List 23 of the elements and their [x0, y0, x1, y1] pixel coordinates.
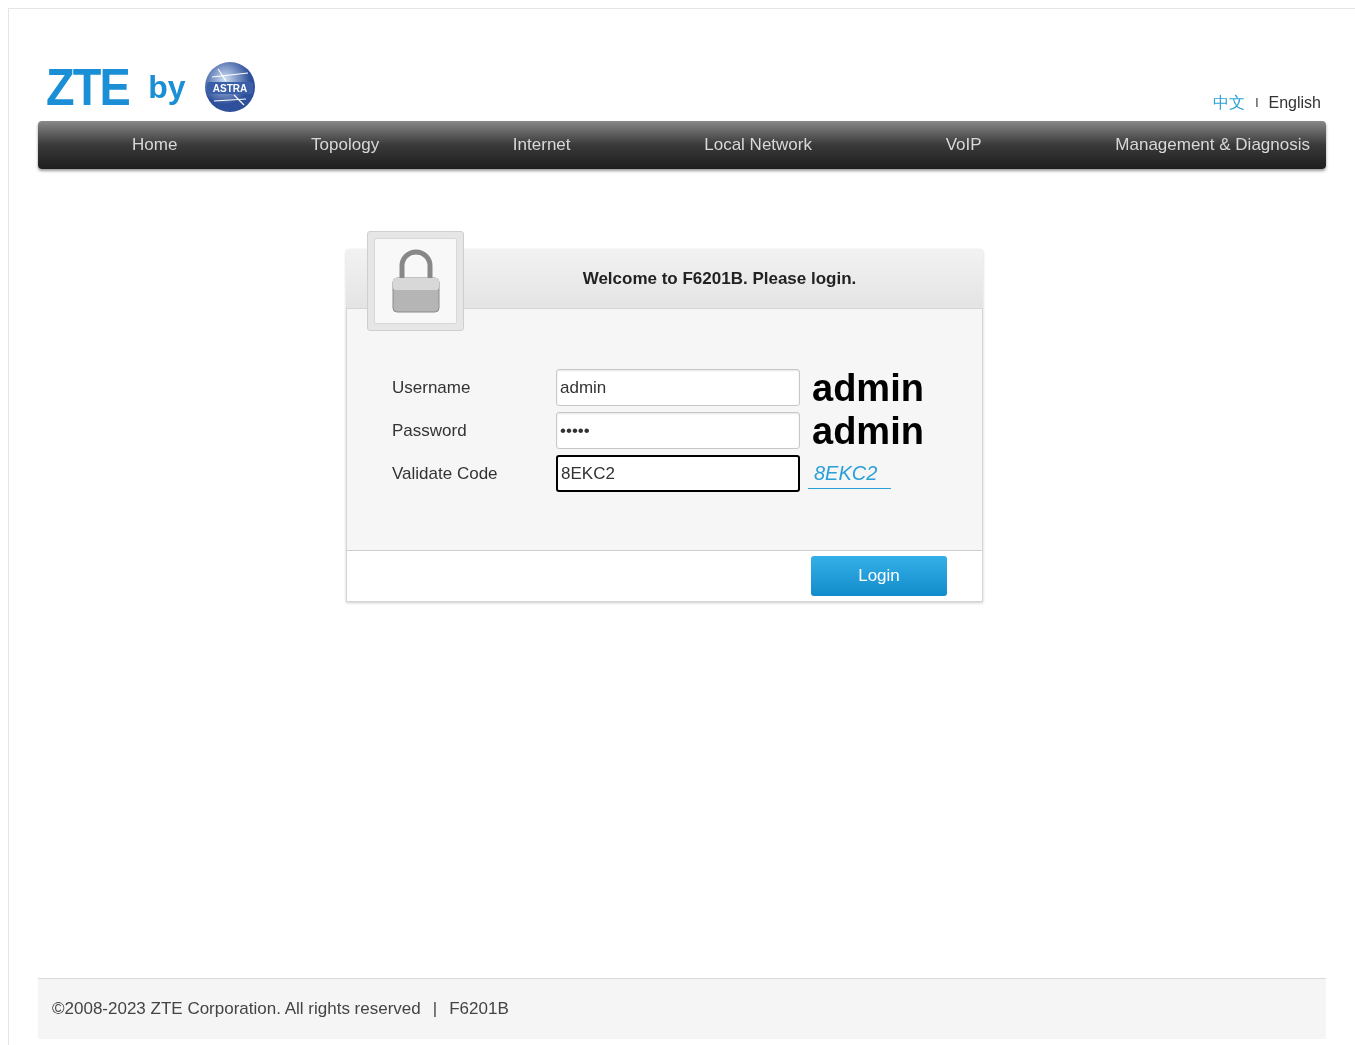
field-label: Validate Code: [392, 462, 499, 485]
language-link[interactable]: English: [1268, 91, 1321, 115]
logo-by: by: [148, 71, 186, 103]
nav-item[interactable]: Local Network: [704, 132, 812, 158]
copyright-text: ©2008-2023 ZTE Corporation. All rights reserved: [52, 998, 421, 1021]
nav-item[interactable]: Home: [132, 132, 178, 158]
field-label: Username: [392, 376, 472, 399]
hint-note: admin: [812, 368, 924, 407]
text-field[interactable]: •••••: [556, 412, 800, 449]
globe-logo-icon: ASTRA: [203, 61, 256, 113]
nav-item[interactable]: VoIP: [945, 132, 982, 158]
text-field[interactable]: admin: [556, 369, 800, 406]
nav-item[interactable]: Topology: [311, 132, 380, 158]
model-name: F6201B: [449, 998, 509, 1021]
language-separator: I: [1255, 95, 1259, 112]
hint-note: admin: [812, 411, 924, 450]
footer-separator: |: [432, 998, 438, 1021]
field-label: Password: [392, 419, 468, 442]
nav-item[interactable]: Internet: [512, 132, 571, 158]
login-title: Welcome to F6201B. Please login.: [582, 267, 857, 290]
text-field[interactable]: 8EKC2: [556, 455, 800, 492]
nav-item[interactable]: Management & Diagnosis: [1115, 132, 1310, 158]
brand-logo: ZTE: [46, 61, 129, 113]
